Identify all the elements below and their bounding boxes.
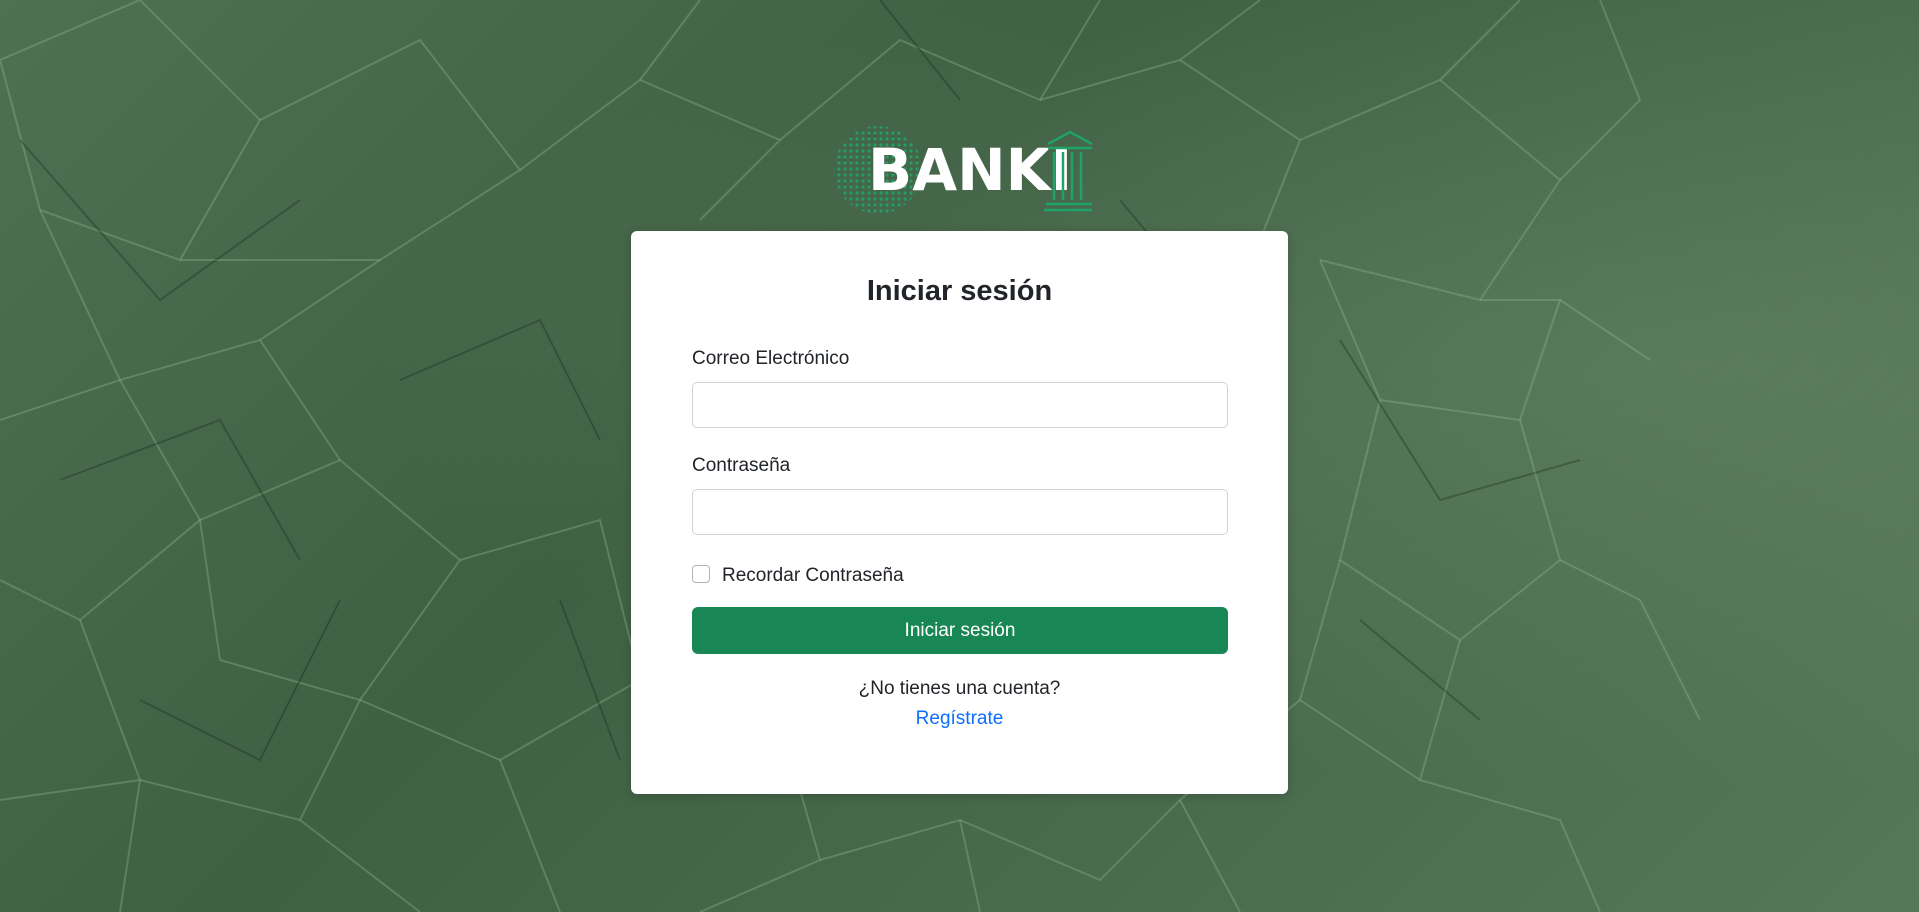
- email-input[interactable]: [692, 382, 1228, 428]
- password-label: Contraseña: [692, 455, 791, 476]
- login-button[interactable]: Iniciar sesión: [692, 607, 1228, 654]
- remember-password-label[interactable]: Recordar Contraseña: [722, 565, 904, 587]
- login-title: Iniciar sesión: [866, 275, 1053, 307]
- password-input[interactable]: [692, 489, 1228, 535]
- no-account-text: ¿No tienes una cuenta?: [858, 678, 1061, 699]
- email-label: Correo Electrónico: [692, 348, 850, 369]
- logo-wordmark: BANKI: [868, 136, 1072, 204]
- remember-password-checkbox[interactable]: [692, 565, 710, 583]
- banki-logo: BANKI: [830, 118, 1093, 218]
- register-link[interactable]: Regístrate: [631, 708, 1288, 730]
- login-card: Iniciar sesión Correo Electrónico Contra…: [631, 231, 1288, 794]
- remember-password-row[interactable]: Recordar Contraseña: [692, 561, 904, 587]
